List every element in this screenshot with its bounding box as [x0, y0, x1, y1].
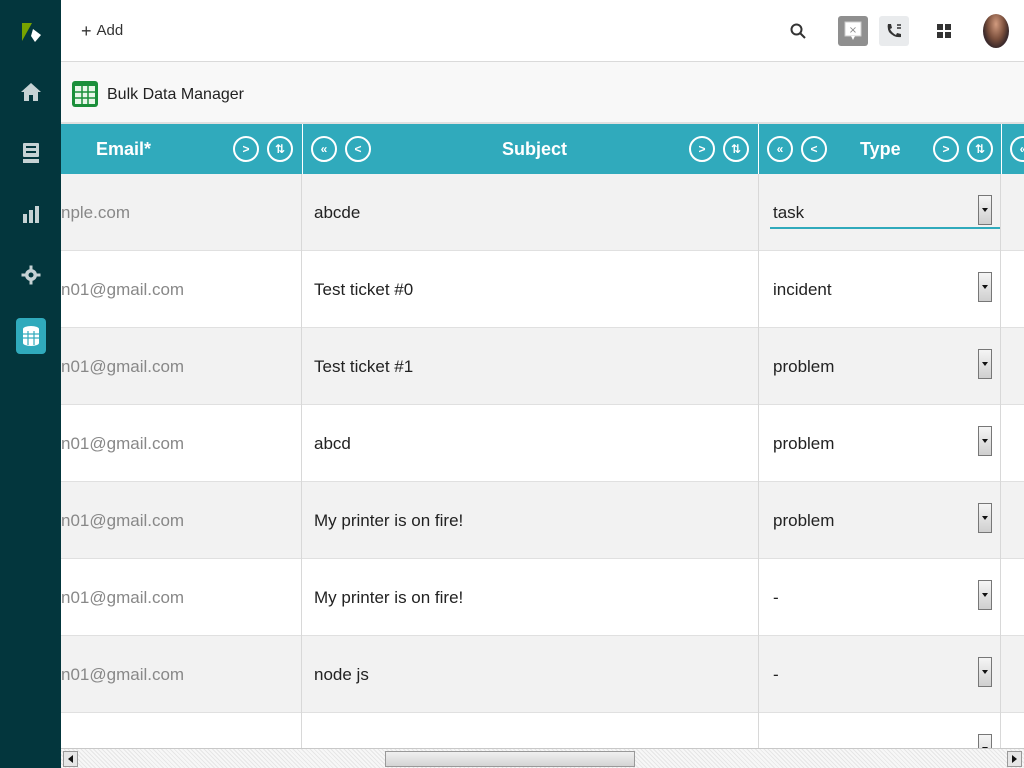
table-row: n01@gmail.com Test ticket #1 problem	[61, 328, 1024, 405]
table-row: n01@gmail.com node js -	[61, 636, 1024, 713]
subject-cell[interactable]: Test ticket #0	[303, 251, 759, 328]
gear-icon[interactable]	[0, 255, 61, 295]
table-row	[61, 713, 1024, 748]
type-select[interactable]: problem	[759, 482, 1001, 559]
chevron-down-icon[interactable]	[978, 349, 992, 379]
sort-column-button[interactable]: ⇅	[267, 136, 293, 162]
email-cell[interactable]: n01@gmail.com	[61, 405, 302, 482]
table-row: n01@gmail.com My printer is on fire! -	[61, 559, 1024, 636]
subject-cell[interactable]: My printer is on fire!	[303, 559, 759, 636]
type-select[interactable]: -	[759, 636, 1001, 713]
move-column-right-button[interactable]: >	[233, 136, 259, 162]
table-row: n01@gmail.com Test ticket #0 incident	[61, 251, 1024, 328]
subject-cell[interactable]: abcd	[303, 405, 759, 482]
move-column-left-button[interactable]: <	[345, 136, 371, 162]
email-cell[interactable]: n01@gmail.com	[61, 251, 302, 328]
focus-underline	[770, 227, 1000, 229]
plus-icon: +	[81, 20, 92, 41]
chevron-down-icon[interactable]	[978, 426, 992, 456]
email-cell[interactable]: n01@gmail.com	[61, 328, 302, 405]
column-header-email: Email* > ⇅	[61, 124, 302, 174]
move-column-right-button[interactable]: >	[933, 136, 959, 162]
table-row: nple.com abcde task	[61, 174, 1024, 251]
table-row: n01@gmail.com My printer is on fire! pro…	[61, 482, 1024, 559]
zendesk-logo-icon[interactable]	[0, 12, 61, 52]
type-value: problem	[773, 433, 835, 453]
type-value: problem	[773, 356, 835, 376]
page-title: Bulk Data Manager	[107, 86, 244, 103]
scroll-left-arrow-icon[interactable]	[63, 751, 78, 767]
spreadsheet-app-icon	[71, 80, 99, 113]
subject-cell[interactable]: abcde	[303, 174, 759, 251]
scrollbar-thumb[interactable]	[385, 751, 635, 767]
chevron-down-icon[interactable]	[978, 272, 992, 302]
apps-grid-icon[interactable]	[929, 16, 959, 46]
email-cell[interactable]: n01@gmail.com	[61, 636, 302, 713]
app-header: Bulk Data Manager	[61, 62, 1024, 124]
column-header-type: « < Type > ⇅	[759, 124, 1001, 174]
type-select[interactable]: problem	[759, 405, 1001, 482]
home-icon[interactable]	[0, 72, 61, 112]
column-header-subject: « < Subject > ⇅	[303, 124, 758, 174]
chevron-down-icon[interactable]	[978, 503, 992, 533]
database-icon[interactable]	[0, 316, 61, 356]
chevron-down-icon[interactable]	[978, 580, 992, 610]
phone-icon[interactable]	[879, 16, 909, 46]
chat-glyph: ×	[849, 25, 857, 36]
move-column-first-button[interactable]: «	[1010, 136, 1024, 162]
type-select[interactable]	[759, 713, 1001, 748]
table-row: n01@gmail.com abcd problem	[61, 405, 1024, 482]
move-column-right-button[interactable]: >	[689, 136, 715, 162]
email-cell[interactable]: nple.com	[61, 174, 302, 251]
subject-cell[interactable]: Test ticket #1	[303, 328, 759, 405]
sort-column-button[interactable]: ⇅	[723, 136, 749, 162]
chevron-down-icon[interactable]	[978, 195, 992, 225]
email-cell[interactable]: n01@gmail.com	[61, 559, 302, 636]
chevron-down-icon[interactable]	[978, 734, 992, 748]
type-select[interactable]: task	[759, 174, 1001, 251]
column-label-subject: Subject	[502, 139, 568, 159]
search-icon[interactable]	[783, 16, 813, 46]
type-value: task	[773, 202, 805, 222]
type-value: -	[773, 587, 779, 607]
move-column-first-button[interactable]: «	[767, 136, 793, 162]
add-label: Add	[96, 22, 124, 39]
type-value: -	[773, 664, 779, 684]
data-grid: Email* > ⇅ « < Subject > ⇅ « < Type > ⇅ …	[61, 124, 1024, 748]
column-header-next: «	[1002, 124, 1024, 174]
type-select[interactable]: incident	[759, 251, 1001, 328]
chevron-down-icon[interactable]	[978, 657, 992, 687]
chat-icon[interactable]: ×	[838, 16, 868, 46]
email-cell[interactable]: n01@gmail.com	[61, 482, 302, 559]
type-select[interactable]: -	[759, 559, 1001, 636]
bar-chart-icon[interactable]	[0, 194, 61, 234]
column-label-email: Email*	[96, 139, 152, 159]
subject-cell[interactable]: node js	[303, 636, 759, 713]
left-navigation	[0, 0, 61, 768]
type-select[interactable]: problem	[759, 328, 1001, 405]
move-column-first-button[interactable]: «	[311, 136, 337, 162]
move-column-left-button[interactable]: <	[801, 136, 827, 162]
sort-column-button[interactable]: ⇅	[967, 136, 993, 162]
email-cell[interactable]	[61, 713, 302, 748]
add-button[interactable]: + Add	[81, 20, 124, 41]
views-icon[interactable]	[0, 133, 61, 173]
column-label-type: Type	[860, 139, 901, 159]
top-bar: + Add ×	[61, 0, 1024, 62]
horizontal-scrollbar[interactable]	[61, 748, 1024, 768]
avatar[interactable]	[983, 14, 1009, 48]
type-value: problem	[773, 510, 835, 530]
scroll-right-arrow-icon[interactable]	[1007, 751, 1022, 767]
subject-cell[interactable]: My printer is on fire!	[303, 482, 759, 559]
type-value: incident	[773, 279, 832, 299]
subject-cell[interactable]	[303, 713, 759, 748]
